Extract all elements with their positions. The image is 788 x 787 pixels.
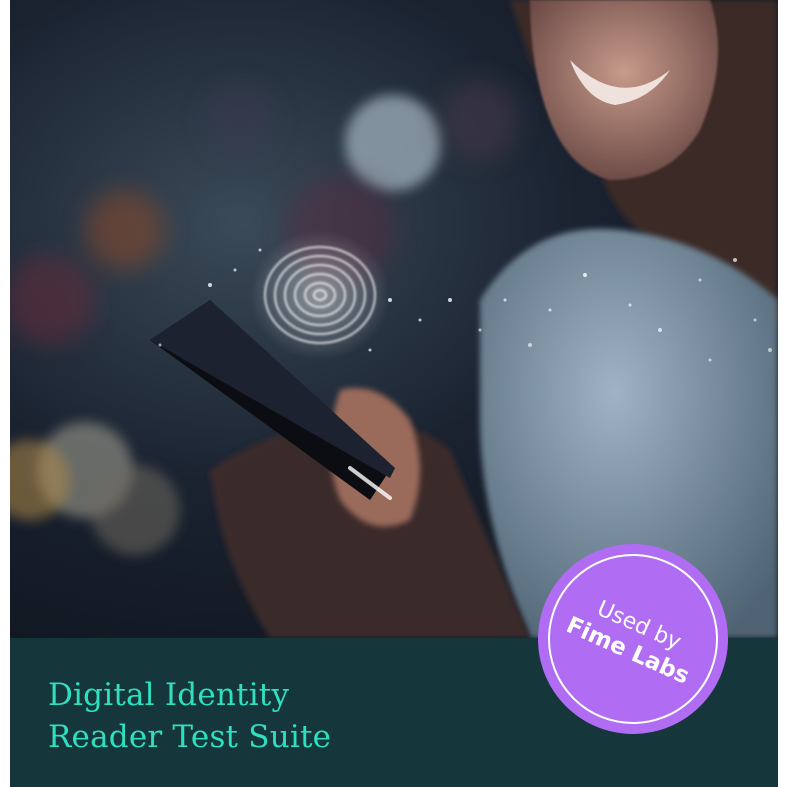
product-title-line-2: Reader Test Suite <box>48 719 332 755</box>
hero-photo <box>10 0 778 638</box>
product-title-line-1: Digital Identity <box>48 677 290 713</box>
product-card: Digital Identity Reader Test Suite Used … <box>10 0 778 787</box>
hero-illustration <box>10 0 778 638</box>
product-title: Digital Identity Reader Test Suite <box>48 674 331 758</box>
fingerprint-hologram <box>250 230 390 360</box>
used-by-badge: Used by Fime Labs <box>538 544 728 734</box>
